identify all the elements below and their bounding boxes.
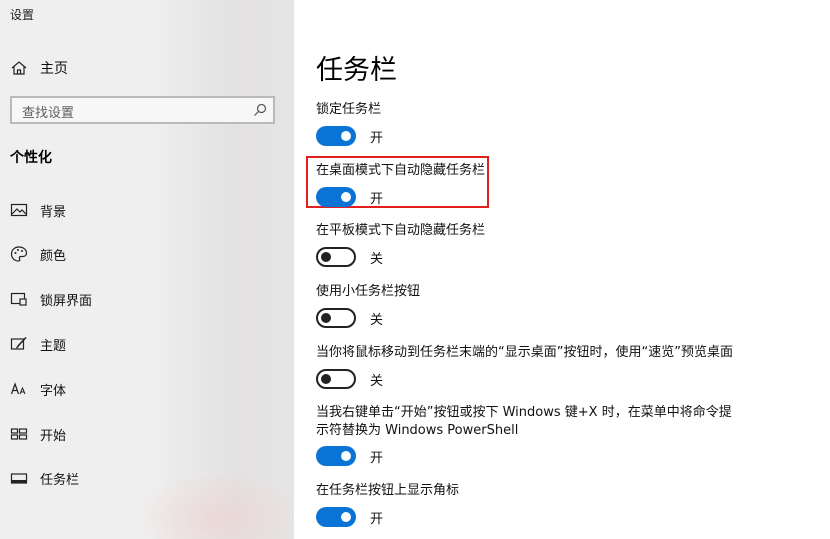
sidebar-blur: [150, 0, 294, 539]
toggle-knob: [321, 313, 331, 323]
section-title-personalization: 个性化: [10, 150, 52, 166]
palette-icon: [10, 246, 28, 262]
start-icon: [10, 428, 28, 440]
setting-row-autohide-desktop: 开: [316, 187, 383, 207]
toggle-badges[interactable]: [316, 507, 356, 527]
toggle-state-text: 开: [370, 450, 384, 466]
sidebar-item-label: 字体: [40, 383, 67, 399]
setting-label-lock-taskbar: 锁定任务栏: [316, 102, 382, 117]
home-icon: [11, 61, 27, 75]
toggle-knob: [321, 374, 331, 384]
search-placeholder: 查找设置: [22, 106, 75, 121]
setting-row-autohide-tablet: 关: [316, 247, 383, 267]
sidebar-item-themes[interactable]: 主题: [10, 334, 66, 354]
sidebar-item-lock-screen[interactable]: 锁屏界面: [10, 289, 92, 309]
search-icon: [254, 103, 267, 116]
toggle-knob: [341, 192, 351, 202]
sidebar-item-label: 背景: [40, 204, 67, 220]
sidebar: 设置 主页 查找设置 个性化 背景 颜色 锁屏界面 主题 字体 开始 任务栏: [0, 0, 294, 539]
page-title: 任务栏: [316, 55, 397, 86]
setting-label-peek-desktop: 当你将鼠标移动到任务栏末端的“显示桌面”按钮时，使用“速览”预览桌面: [316, 345, 733, 360]
setting-label-autohide-desktop: 在桌面模式下自动隐藏任务栏: [316, 163, 486, 178]
sidebar-item-background[interactable]: 背景: [10, 200, 66, 220]
theme-icon: [10, 336, 27, 350]
sidebar-item-label: 主题: [40, 338, 67, 354]
window-title: 设置: [10, 8, 35, 22]
toggle-autohide-tablet[interactable]: [316, 247, 356, 267]
toggle-state-text: 关: [370, 251, 384, 267]
setting-row-lock-taskbar: 开: [316, 126, 383, 146]
toggle-state-text: 开: [370, 130, 384, 146]
sidebar-item-label: 任务栏: [40, 472, 80, 488]
toggle-knob: [341, 451, 351, 461]
sidebar-item-start[interactable]: 开始: [10, 424, 66, 444]
toggle-lock-taskbar[interactable]: [316, 126, 356, 146]
toggle-state-text: 关: [370, 312, 384, 328]
toggle-peek-desktop[interactable]: [316, 369, 356, 389]
setting-row-peek-desktop: 关: [316, 369, 383, 389]
setting-label-badges: 在任务栏按钮上显示角标: [316, 483, 460, 498]
lock-screen-icon: [10, 292, 27, 306]
setting-row-badges: 开: [316, 507, 383, 527]
font-icon: [10, 382, 26, 395]
setting-label-autohide-tablet: 在平板模式下自动隐藏任务栏: [316, 223, 486, 238]
setting-label-small-buttons: 使用小任务栏按钮: [316, 284, 421, 299]
sidebar-item-label: 开始: [40, 428, 67, 444]
toggle-autohide-desktop[interactable]: [316, 187, 356, 207]
main-content: 任务栏 锁定任务栏 开 在桌面模式下自动隐藏任务栏 开 在平板模式下自动隐藏任务…: [294, 0, 830, 539]
toggle-knob: [321, 252, 331, 262]
picture-icon: [10, 203, 28, 217]
sidebar-item-label: 颜色: [40, 248, 67, 264]
sidebar-item-colors[interactable]: 颜色: [10, 244, 66, 264]
search-input[interactable]: 查找设置: [10, 96, 275, 124]
toggle-knob: [341, 512, 351, 522]
setting-label-powershell-line2: 示符替换为 Windows PowerShell: [316, 423, 519, 438]
sidebar-item-label: 锁屏界面: [40, 293, 93, 309]
setting-row-powershell: 开: [316, 446, 383, 466]
toggle-small-buttons[interactable]: [316, 308, 356, 328]
toggle-powershell[interactable]: [316, 446, 356, 466]
taskbar-icon: [10, 473, 28, 484]
home-label: 主页: [40, 61, 68, 77]
toggle-state-text: 开: [370, 191, 384, 207]
toggle-state-text: 关: [370, 373, 384, 389]
sidebar-item-taskbar[interactable]: 任务栏: [10, 468, 79, 488]
sidebar-item-home[interactable]: 主页: [10, 58, 68, 78]
toggle-knob: [341, 131, 351, 141]
toggle-state-text: 开: [370, 511, 384, 527]
sidebar-item-fonts[interactable]: 字体: [10, 379, 66, 399]
setting-row-small-buttons: 关: [316, 308, 383, 328]
sidebar-blur-tint: [130, 470, 290, 539]
